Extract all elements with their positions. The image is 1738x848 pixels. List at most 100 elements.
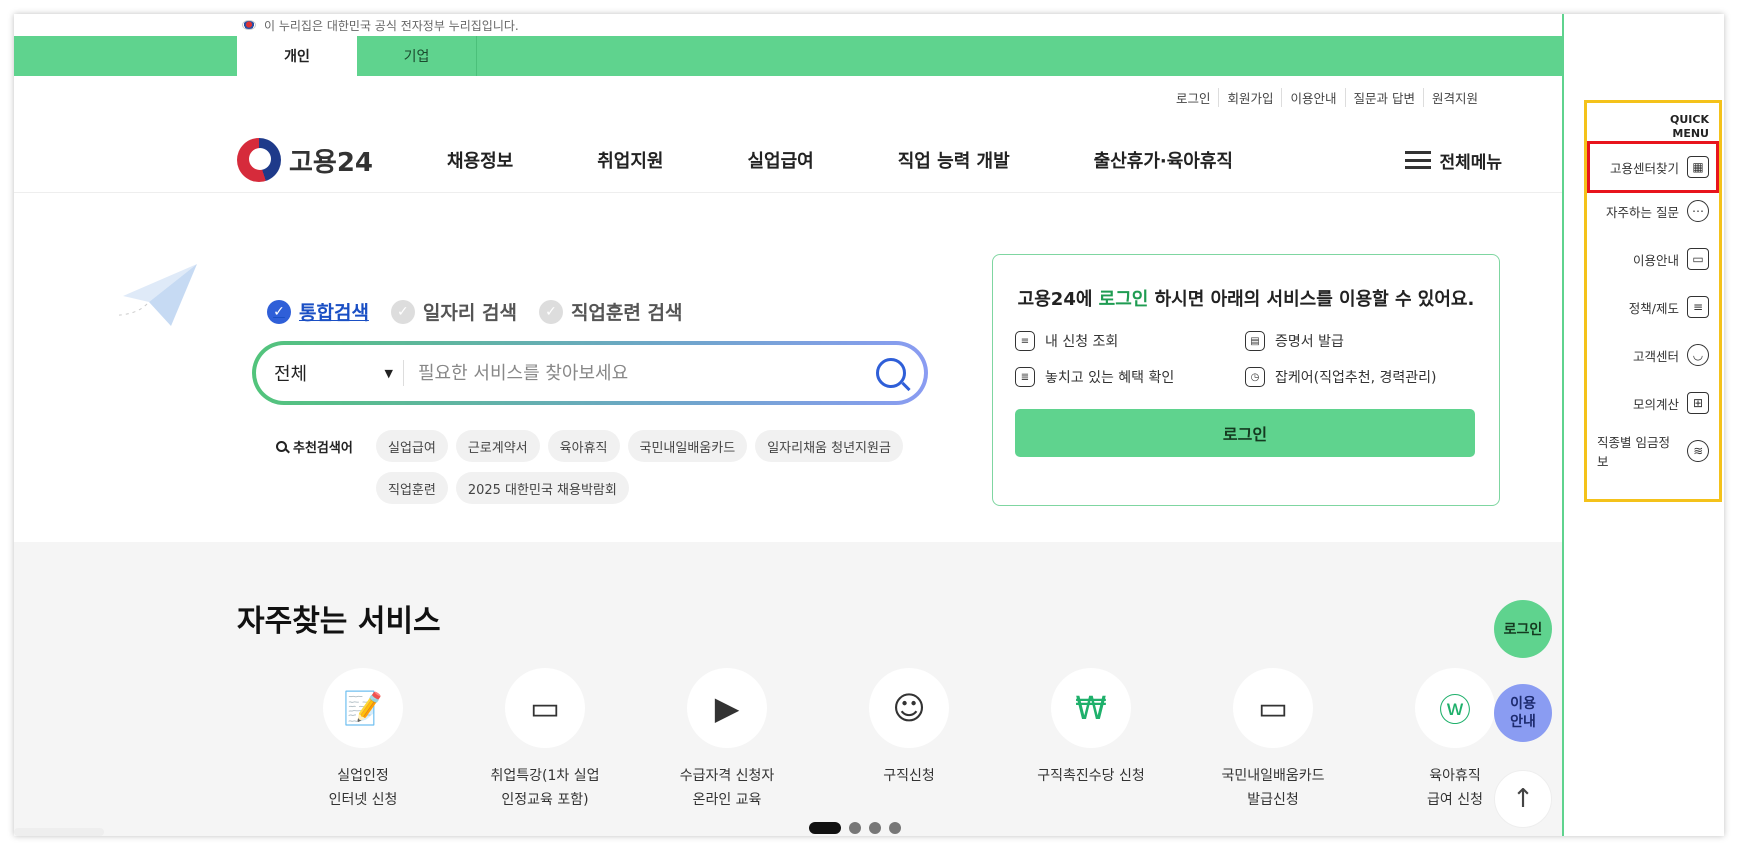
- section-title: 자주찾는 서비스: [237, 604, 441, 639]
- quick-menu-panel: QUICK MENU 고용센터찾기 ▦ 자주하는 질문 ⋯ 이용안내 ▭ 정책/…: [1562, 14, 1724, 836]
- coin-stack-icon: ≋: [1687, 440, 1709, 462]
- horizontal-scrollbar[interactable]: [14, 828, 104, 836]
- scroll-top-button[interactable]: ↑: [1494, 770, 1552, 828]
- frequent-item-label: 구직신청: [883, 768, 935, 784]
- all-menu-button[interactable]: 전체메뉴: [1405, 148, 1502, 173]
- nav-jobs[interactable]: 채용정보: [447, 147, 513, 173]
- search-tabs: ✓ 통합검색 ✓ 일자리 검색 ✓ 직업훈련 검색: [267, 298, 682, 325]
- title-suffix: 하시면 아래의 서비스를 이용할 수 있어요.: [1148, 289, 1475, 310]
- document-pen-icon: 📝: [323, 668, 403, 748]
- search-inner: 전체 ▼: [256, 345, 924, 401]
- quick-item-find-center[interactable]: 고용센터찾기 ▦: [1587, 141, 1719, 193]
- quick-item-customer-center[interactable]: 고객센터 ◡: [1597, 331, 1709, 379]
- frequent-item-label: 구직촉진수당 신청: [1037, 768, 1145, 784]
- smile-icon: ◡: [1687, 344, 1709, 366]
- quick-item-calculator[interactable]: 모의계산 ⊞: [1597, 379, 1709, 427]
- quick-item-label: 이용안내: [1632, 252, 1679, 268]
- frequent-item-online-education[interactable]: ▶ 수급자격 신청자 온라인 교육: [636, 668, 818, 812]
- nav-skills-development[interactable]: 직업 능력 개발: [898, 147, 1010, 173]
- person-pen-icon: ☺: [869, 668, 949, 748]
- site-logo[interactable]: 고용24: [237, 138, 447, 182]
- service-label: 잡케어(직업추천, 경력관리): [1275, 370, 1437, 386]
- building-icon: ▦: [1687, 156, 1709, 178]
- service-label: 증명서 발급: [1275, 334, 1344, 350]
- quick-item-label: 정책/제도: [1628, 300, 1679, 316]
- floating-login-button[interactable]: 로그인: [1494, 600, 1552, 658]
- carousel-dot-2[interactable]: [849, 822, 861, 834]
- nav-parental-leave[interactable]: 출산휴가·육아휴직: [1094, 147, 1233, 173]
- remote-support-link[interactable]: 원격지원: [1422, 88, 1486, 107]
- monitor-play-icon: ▶: [687, 668, 767, 748]
- gov-banner-text: 이 누리집은 대한민국 공식 전자정부 누리집입니다.: [264, 18, 519, 33]
- clipboard-clock-icon: ◷: [1245, 367, 1265, 387]
- quick-item-label: 고용센터찾기: [1609, 160, 1679, 176]
- taeguk-logo-icon: [237, 138, 281, 182]
- keyword-chip[interactable]: 육아휴직: [547, 430, 620, 462]
- service-missed-benefits[interactable]: ≣ 놓치고 있는 혜택 확인: [1015, 367, 1245, 387]
- frequent-item-employment-lecture[interactable]: ▭ 취업특강(1차 실업 인정교육 포함): [454, 668, 636, 812]
- calculator-icon: ⊞: [1687, 392, 1709, 414]
- guide-link[interactable]: 이용안내: [1281, 88, 1344, 107]
- keyword-chip[interactable]: 근로계약서: [455, 430, 540, 462]
- search-tab-label: 일자리 검색: [422, 302, 517, 324]
- quick-menu-box: QUICK MENU 고용센터찾기 ▦ 자주하는 질문 ⋯ 이용안내 ▭ 정책/…: [1584, 100, 1722, 502]
- carousel-dot-4[interactable]: [889, 822, 901, 834]
- search-tab-integrated[interactable]: ✓ 통합검색: [267, 298, 369, 325]
- login-card: 고용24에 로그인 하시면 아래의 서비스를 이용할 수 있어요. ≡ 내 신청…: [992, 254, 1500, 506]
- presentation-board-icon: ▭: [505, 668, 585, 748]
- keyword-chip[interactable]: 직업훈련: [376, 472, 448, 504]
- search-tab-training[interactable]: ✓ 직업훈련 검색: [538, 298, 683, 325]
- search-category-select[interactable]: 전체 ▼: [274, 360, 404, 386]
- frequent-item-learning-card[interactable]: ▭ 국민내일배움카드 발급신청: [1182, 668, 1364, 812]
- search-category-value: 전체: [274, 364, 308, 385]
- keyword-chip[interactable]: 2025 대한민국 채용박람회: [455, 472, 629, 504]
- login-button[interactable]: 로그인: [1015, 409, 1475, 457]
- logo-text: 고용24: [289, 147, 374, 178]
- credit-card-icon: ▭: [1233, 668, 1313, 748]
- service-my-applications[interactable]: ≡ 내 신청 조회: [1015, 331, 1245, 351]
- keyword-chip[interactable]: 일자리채움 청년지원금: [755, 430, 903, 462]
- tab-business[interactable]: 기업: [357, 36, 477, 76]
- nav-employment-support[interactable]: 취업지원: [597, 147, 663, 173]
- title-highlight: 로그인: [1098, 289, 1149, 310]
- login-card-title: 고용24에 로그인 하시면 아래의 서비스를 이용할 수 있어요.: [1015, 285, 1477, 311]
- floating-guide-button[interactable]: 이용 안내: [1494, 684, 1552, 742]
- search-tab-label: 직업훈련 검색: [570, 302, 683, 324]
- recommended-label: 추천검색어: [276, 430, 368, 462]
- carousel-dot-3[interactable]: [869, 822, 881, 834]
- frequent-item-job-allowance[interactable]: ₩ 구직촉진수당 신청: [1000, 668, 1182, 812]
- carousel-dot-1[interactable]: [809, 822, 841, 834]
- signup-link[interactable]: 회원가입: [1218, 88, 1281, 107]
- quick-item-guide[interactable]: 이용안내 ▭: [1597, 235, 1709, 283]
- header-divider: [14, 192, 1562, 193]
- caret-down-icon: ▼: [384, 366, 393, 380]
- search-tab-jobs[interactable]: ✓ 일자리 검색: [390, 298, 517, 325]
- quick-item-label: 고객센터: [1632, 348, 1679, 364]
- main-page: 이 누리집은 대한민국 공식 전자정부 누리집입니다. 개인 기업 로그인 회원…: [14, 14, 1562, 836]
- frequent-services-section: 자주찾는 서비스 📝 실업인정 인터넷 신청 ▭ 취업특강(1차 실업 인정교육…: [14, 542, 1562, 836]
- chat-bubble-icon: ⋯: [1687, 200, 1709, 222]
- global-nav: 고용24 채용정보 취업지원 실업급여 직업 능력 개발 출산휴가·육아휴직 전…: [237, 132, 1502, 188]
- login-services: ≡ 내 신청 조회 ▤ 증명서 발급 ≣ 놓치고 있는 혜택 확인 ◷ 잡케어(…: [1015, 331, 1477, 387]
- search-input[interactable]: [404, 362, 876, 384]
- nav-unemployment-benefit[interactable]: 실업급여: [748, 147, 814, 173]
- quick-item-policy[interactable]: 정책/제도 ≡: [1597, 283, 1709, 331]
- keyword-chip[interactable]: 실업급여: [376, 430, 448, 462]
- quick-item-wage-info[interactable]: 직종별 임금정보 ≋: [1597, 427, 1709, 475]
- title-prefix: 고용24에: [1017, 289, 1099, 310]
- paper-plane-icon: [119, 264, 197, 326]
- frequent-item-label: 취업특강(1차 실업 인정교육 포함): [490, 768, 600, 808]
- keyword-chip[interactable]: 국민내일배움카드: [627, 430, 748, 462]
- money-bag-icon: ₩: [1051, 668, 1131, 748]
- login-link[interactable]: 로그인: [1168, 88, 1219, 107]
- quick-item-faq[interactable]: 자주하는 질문 ⋯: [1597, 187, 1709, 235]
- search-icon[interactable]: [876, 358, 906, 388]
- frequent-item-job-application[interactable]: ☺ 구직신청: [818, 668, 1000, 812]
- qna-link[interactable]: 질문과 답변: [1344, 88, 1423, 107]
- frequent-item-unemployment-recognition[interactable]: 📝 실업인정 인터넷 신청: [272, 668, 454, 812]
- carousel-pagination: [809, 822, 901, 834]
- service-certificate[interactable]: ▤ 증명서 발급: [1245, 331, 1475, 351]
- tab-individual[interactable]: 개인: [237, 36, 357, 76]
- service-jobcare[interactable]: ◷ 잡케어(직업추천, 경력관리): [1245, 367, 1475, 387]
- gov-banner: 이 누리집은 대한민국 공식 전자정부 누리집입니다.: [14, 14, 1562, 36]
